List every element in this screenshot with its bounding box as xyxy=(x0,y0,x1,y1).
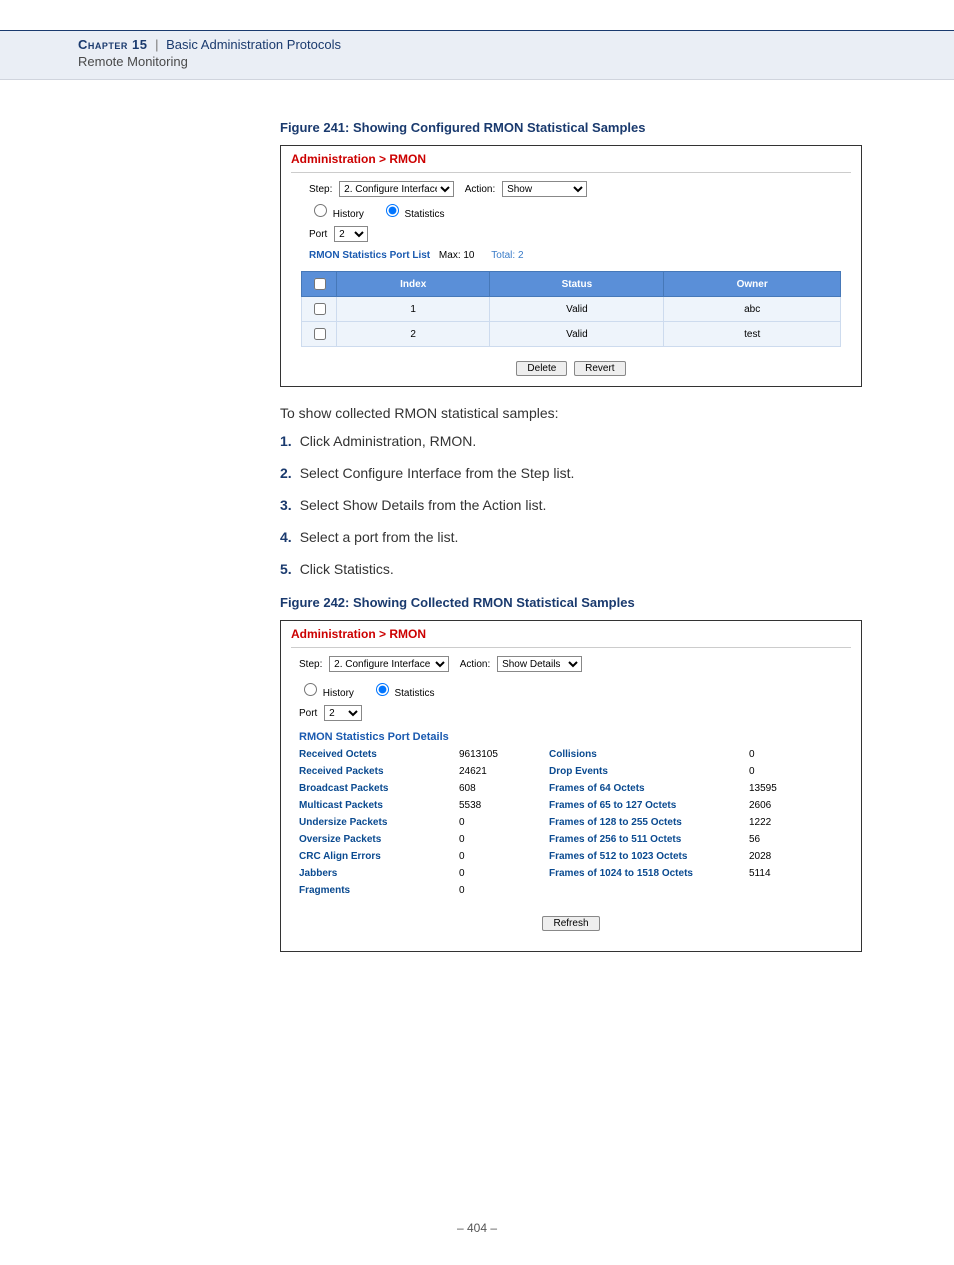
chapter-title: Basic Administration Protocols xyxy=(166,37,341,52)
figure-242-screenshot: Administration > RMON Step: 2. Configure… xyxy=(280,620,862,952)
stat-label: Received Octets xyxy=(299,749,439,760)
table-row: 2 Valid test xyxy=(302,322,841,347)
breadcrumb: Administration > RMON xyxy=(281,621,861,647)
separator: | xyxy=(155,37,158,52)
step-3: Select Show Details from the Action list… xyxy=(280,497,874,513)
refresh-button[interactable]: Refresh xyxy=(542,916,599,931)
stats-table: Index Status Owner 1 Valid abc 2 Valid t… xyxy=(301,271,841,347)
instructions-list: Click Administration, RMON. Select Confi… xyxy=(280,433,874,577)
chapter-label: Chapter 15 xyxy=(78,37,147,52)
statistics-radio[interactable]: Statistics xyxy=(381,209,445,220)
step-5: Click Statistics. xyxy=(280,561,874,577)
row-checkbox[interactable] xyxy=(314,303,326,315)
page-header: Chapter 15 | Basic Administration Protoc… xyxy=(0,31,954,80)
instructions-intro: To show collected RMON statistical sampl… xyxy=(280,405,874,421)
delete-button[interactable]: Delete xyxy=(516,361,567,376)
statistics-radio[interactable]: Statistics xyxy=(371,688,435,699)
history-radio[interactable]: History xyxy=(299,688,354,699)
list-title: RMON Statistics Port List xyxy=(309,250,430,261)
step-2: Select Configure Interface from the Step… xyxy=(280,465,874,481)
port-label: Port xyxy=(299,708,317,719)
stats-grid: Received Octets9613105Collisions0 Receiv… xyxy=(299,749,843,896)
col-status: Status xyxy=(490,272,664,297)
action-select[interactable]: Show xyxy=(502,181,587,197)
breadcrumb: Administration > RMON xyxy=(281,146,861,172)
col-checkbox[interactable] xyxy=(302,272,337,297)
step-label: Step: xyxy=(309,184,332,195)
action-label: Action: xyxy=(460,659,491,670)
revert-button[interactable]: Revert xyxy=(574,361,625,376)
figure-242-caption: Figure 242: Showing Collected RMON Stati… xyxy=(280,595,874,610)
page-number: – 404 – xyxy=(0,1221,954,1235)
step-label: Step: xyxy=(299,659,322,670)
table-row: 1 Valid abc xyxy=(302,297,841,322)
list-max: Max: 10 xyxy=(439,250,475,261)
step-select[interactable]: 2. Configure Interface xyxy=(339,181,454,197)
row-checkbox[interactable] xyxy=(314,328,326,340)
figure-241-caption: Figure 241: Showing Configured RMON Stat… xyxy=(280,120,874,135)
details-title: RMON Statistics Port Details xyxy=(299,731,843,743)
port-select[interactable]: 2 xyxy=(324,705,362,721)
port-label: Port xyxy=(309,229,327,240)
header-subtitle: Remote Monitoring xyxy=(78,54,954,69)
action-label: Action: xyxy=(465,184,496,195)
list-total: Total: 2 xyxy=(491,250,523,261)
col-index: Index xyxy=(337,272,490,297)
step-1: Click Administration, RMON. xyxy=(280,433,874,449)
step-4: Select a port from the list. xyxy=(280,529,874,545)
history-radio[interactable]: History xyxy=(309,209,364,220)
action-select[interactable]: Show Details xyxy=(497,656,582,672)
port-select[interactable]: 2 xyxy=(334,226,368,242)
step-select[interactable]: 2. Configure Interface xyxy=(329,656,449,672)
figure-241-screenshot: Administration > RMON Step: 2. Configure… xyxy=(280,145,862,387)
col-owner: Owner xyxy=(664,272,841,297)
